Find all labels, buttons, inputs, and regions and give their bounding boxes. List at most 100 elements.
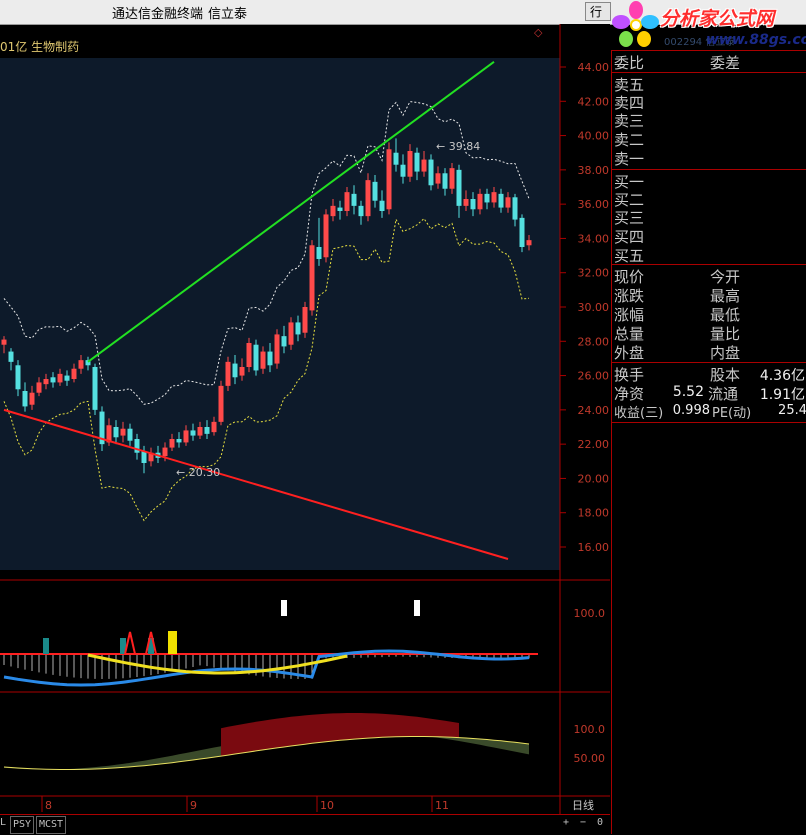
signal-white-bar [414, 600, 420, 616]
candle-body [253, 344, 259, 371]
candle-body [246, 343, 252, 367]
candle-body [113, 427, 119, 438]
candle-body [330, 205, 336, 217]
low-price-label: ← 20.30 [176, 466, 220, 479]
candle-body [29, 392, 35, 405]
tab-psy[interactable]: PSY [10, 816, 35, 834]
price-chart[interactable]: 44.00 42.00 40.00 38.00 36.00 34.00 32.00 30.00… [0, 0, 610, 834]
price-axis-label: 32.00 [578, 267, 610, 280]
candle-body [365, 180, 371, 217]
price-axis-label: 30.00 [578, 301, 610, 314]
candle-body [428, 159, 434, 186]
candle-body [449, 168, 455, 189]
price-axis-label: 16.00 [578, 541, 610, 554]
value-nav: 5.52 [672, 384, 704, 400]
label-high: 最高 [710, 287, 741, 305]
candle-body [260, 351, 266, 369]
candle-body [50, 377, 56, 383]
signal-red-peak [124, 631, 136, 655]
logo-banner: 分析家公式网 002294 信立泰 www.88gs.com [608, 0, 806, 50]
candle-body [309, 245, 315, 311]
site-url[interactable]: www.88gs.com [706, 32, 806, 48]
ind2-red-area [221, 713, 459, 757]
label-price: 现价 [614, 268, 645, 286]
candle-body [120, 428, 126, 436]
candle-body [400, 164, 406, 177]
candle-body [232, 363, 238, 378]
candle-body [190, 430, 196, 436]
candle-body [414, 152, 420, 172]
candle-body [267, 351, 273, 366]
candle-body [162, 447, 168, 457]
candle-body [127, 428, 133, 441]
candle-body [78, 360, 84, 369]
price-axis-label: 34.00 [578, 232, 610, 245]
month-label: 8 [45, 799, 52, 812]
price-axis-label: 24.00 [578, 404, 610, 417]
candle-body [519, 217, 525, 247]
label-pct: 涨幅 [614, 306, 645, 324]
candle-body [484, 193, 490, 203]
price-axis-label: 38.00 [578, 164, 610, 177]
candle-body [218, 385, 224, 422]
candle-body [456, 169, 462, 206]
label-change: 涨跌 [614, 287, 645, 305]
label-sell3: 卖三 [614, 112, 645, 130]
candle-body [351, 193, 357, 206]
label-sell1: 卖一 [614, 150, 645, 168]
quote-panel: 委比 委差 卖五 卖四 卖三 卖二 卖一 买一 买二 买三 买四 买五 现价 今… [611, 50, 806, 834]
price-axis-label: 36.00 [578, 198, 610, 211]
candle-body [435, 173, 441, 184]
candle-body [8, 351, 14, 362]
tab-mcst[interactable]: MCST [36, 816, 67, 834]
candle-body [71, 368, 77, 379]
candle-body [358, 205, 364, 217]
zero-button[interactable]: 0 [597, 817, 603, 828]
candle-body [92, 367, 98, 410]
candle-body [470, 199, 476, 210]
candle-body [36, 382, 42, 393]
candle-body [302, 307, 308, 333]
candle-body [372, 181, 378, 201]
label-sell2: 卖二 [614, 131, 645, 149]
label-buy5: 买五 [614, 247, 645, 265]
price-axis-label: 26.00 [578, 370, 610, 383]
candle-body [211, 421, 217, 433]
candle-body [512, 197, 518, 220]
ind2-axis-label: 50.00 [574, 752, 606, 765]
label-volume: 总量 [614, 325, 645, 343]
price-axis-label: 22.00 [578, 438, 610, 451]
candle-body [176, 439, 182, 443]
candle-body [281, 336, 287, 347]
value-eps: 0.998 [672, 403, 710, 418]
label-buy3: 买三 [614, 209, 645, 227]
candle-body [491, 192, 497, 203]
period-label: 日线 [572, 798, 594, 812]
candle-body [197, 427, 203, 436]
candle-body [316, 247, 322, 259]
month-label: 9 [190, 799, 197, 812]
plus-button[interactable]: + [563, 817, 569, 828]
label-turnover: 换手 [614, 366, 645, 384]
minus-button[interactable]: − [580, 817, 586, 828]
candle-body [22, 391, 28, 407]
tab-l: L [0, 817, 7, 828]
price-axis-label: 44.00 [578, 61, 610, 74]
candle-body [407, 151, 413, 177]
label-weibi: 委比 [614, 54, 645, 72]
candle-body [169, 439, 175, 448]
label-low: 最低 [710, 306, 741, 324]
candle-body [1, 339, 7, 345]
candle-body [498, 193, 504, 208]
candle-body [442, 173, 448, 189]
price-axis-label: 40.00 [578, 130, 610, 143]
label-buy4: 买四 [614, 228, 645, 246]
candle-body [526, 240, 532, 246]
candle-body [379, 200, 385, 211]
site-name: 分析家公式网 [660, 8, 775, 30]
value-pe: 25.4 [778, 403, 806, 418]
ind1-blue-line [3, 649, 530, 687]
candle-body [393, 152, 399, 165]
label-vratio: 量比 [710, 325, 741, 343]
candle-body [505, 197, 511, 208]
